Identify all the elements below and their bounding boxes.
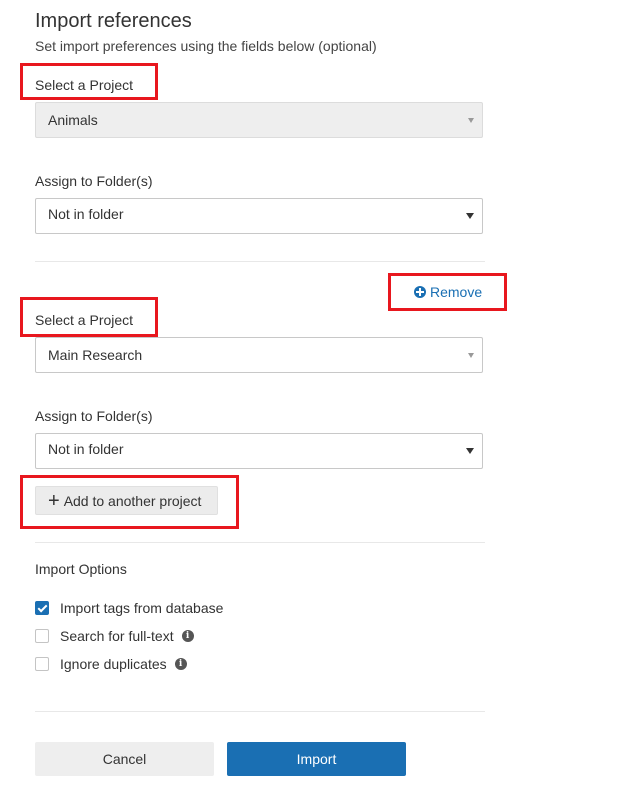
select-project-label: Select a Project: [35, 312, 134, 328]
import-tags-label: Import tags from database: [60, 600, 224, 616]
page-title: Import references: [35, 10, 192, 32]
project-select[interactable]: Animals: [35, 102, 483, 138]
project-select[interactable]: Main Research: [35, 337, 483, 373]
assign-folder-label: Assign to Folder(s): [35, 173, 153, 189]
search-fulltext-label: Search for full-text: [60, 628, 174, 644]
plus-icon: +: [48, 489, 60, 512]
ignore-duplicates-option[interactable]: Ignore duplicates i: [35, 656, 187, 672]
folder-select-value: Not in folder: [48, 441, 124, 457]
project-select-value: Animals: [48, 112, 98, 128]
folder-select[interactable]: Not in folder: [35, 433, 483, 469]
cancel-button[interactable]: Cancel: [35, 742, 214, 776]
info-icon[interactable]: i: [181, 630, 194, 642]
search-fulltext-checkbox[interactable]: [35, 629, 49, 643]
remove-label: Remove: [430, 284, 483, 300]
folder-select[interactable]: Not in folder: [35, 198, 483, 234]
add-project-label: Add to another project: [63, 492, 202, 509]
divider: [35, 261, 485, 262]
select-project-label: Select a Project: [35, 77, 134, 93]
caret-down-icon: [468, 118, 474, 123]
search-fulltext-option[interactable]: Search for full-text i: [35, 628, 194, 644]
divider: [35, 542, 485, 543]
divider: [35, 711, 485, 712]
import-tags-checkbox[interactable]: [35, 601, 49, 615]
caret-down-icon: [466, 448, 474, 454]
info-icon[interactable]: i: [174, 658, 187, 670]
remove-project-button[interactable]: Remove: [414, 284, 482, 300]
project-select-value: Main Research: [48, 347, 143, 363]
page-subtitle: Set import preferences using the fields …: [35, 38, 377, 54]
ignore-duplicates-checkbox[interactable]: [35, 657, 49, 671]
caret-down-icon: [466, 213, 474, 219]
import-tags-option[interactable]: Import tags from database: [35, 600, 223, 616]
folder-select-value: Not in folder: [48, 206, 124, 222]
assign-folder-label: Assign to Folder(s): [35, 408, 153, 424]
ignore-duplicates-label: Ignore duplicates: [60, 656, 167, 672]
import-options-title: Import Options: [35, 561, 127, 577]
import-button[interactable]: Import: [227, 742, 406, 776]
add-to-another-project-button[interactable]: + Add to another project: [35, 486, 218, 515]
caret-down-icon: [468, 353, 474, 358]
circle-plus-icon: [414, 286, 426, 298]
